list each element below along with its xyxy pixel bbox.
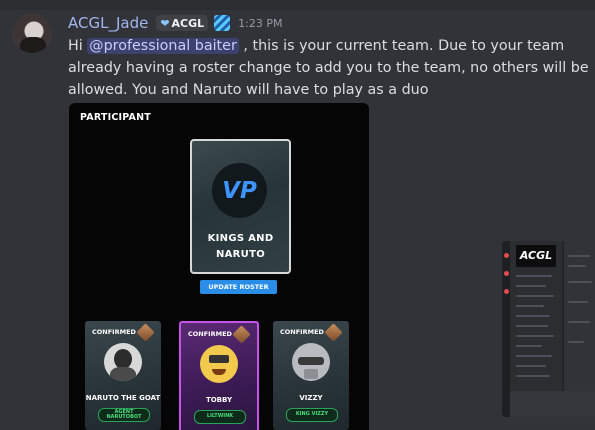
thumbnail-footer <box>510 391 595 417</box>
team-name: KINGS AND NARUTO <box>192 231 289 263</box>
thumbnail-server-icon <box>504 271 509 276</box>
thumbnail-banner: ACGL <box>516 245 556 267</box>
thumbnail-line <box>516 375 550 377</box>
update-roster-button: UPDATE ROSTER <box>200 280 277 294</box>
team-image-attachment[interactable]: PARTICIPANT VP KINGS AND NARUTO UPDATE R… <box>69 103 369 430</box>
rank-diamond-icon <box>324 323 343 342</box>
player-name: VIZZY <box>299 394 323 402</box>
thumbnail-server-icon <box>504 253 509 258</box>
player-account: KING VIZZY <box>286 408 338 422</box>
thumbnail-line <box>568 265 586 267</box>
thumbnail-line <box>568 321 590 323</box>
author-username[interactable]: ACGL_Jade <box>68 14 148 32</box>
player-status: CONFIRMED <box>92 328 136 336</box>
thumbnail-line <box>516 345 542 347</box>
thumbnail-line <box>568 281 592 283</box>
player-card: CONFIRMED TOBBY LILTWINK <box>179 321 259 430</box>
user-mention[interactable]: @professional baiter <box>87 38 239 54</box>
message-header: ACGL_Jade ❤ ACGL 1:23 PM <box>68 13 283 33</box>
top-strip <box>0 0 595 10</box>
player-account: AGENT NARUTOBOT <box>98 408 150 422</box>
player-avatar <box>104 343 142 381</box>
rank-diamond-icon <box>136 323 155 342</box>
thumbnail-line <box>516 325 548 327</box>
message-content: Hi @professional baiter , this is your c… <box>68 35 590 101</box>
player-status: CONFIRMED <box>280 328 324 336</box>
player-name: TOBBY <box>205 396 233 404</box>
thumbnail-line <box>516 355 552 357</box>
team-card: VP KINGS AND NARUTO <box>190 139 291 274</box>
player-account: LILTWINK <box>194 410 246 424</box>
card-title: PARTICIPANT <box>80 112 151 123</box>
player-card: CONFIRMED VIZZY KING VIZZY <box>273 321 349 430</box>
thumbnail-server-rail <box>502 241 510 417</box>
team-name-line2: NARUTO <box>215 249 266 260</box>
player-name: NARUTO THE GOAT <box>85 394 161 402</box>
team-logo: VP <box>212 163 267 218</box>
player-avatar <box>200 345 238 383</box>
heart-icon: ❤ <box>160 16 170 30</box>
server-tag-label: ACGL <box>171 16 205 30</box>
player-status: CONFIRMED <box>188 330 232 338</box>
screenshot-attachment[interactable]: ACGL <box>502 241 595 417</box>
thumbnail-line <box>568 341 584 343</box>
player-card: CONFIRMED NARUTO THE GOAT AGENT NARUTOBO… <box>85 321 161 430</box>
thumbnail-line <box>568 301 588 303</box>
thumbnail-line <box>516 295 554 297</box>
thumbnail-line <box>516 285 546 287</box>
server-tag[interactable]: ❤ ACGL <box>156 15 209 31</box>
author-avatar[interactable] <box>12 13 52 53</box>
thumbnail-line <box>516 365 546 367</box>
thumbnail-line <box>516 275 552 277</box>
thumbnail-line <box>568 255 590 257</box>
thumbnail-line <box>516 335 554 337</box>
team-name-line1: KINGS AND <box>207 233 274 244</box>
thumbnail-line <box>516 305 544 307</box>
stripe-badge-icon[interactable] <box>214 15 231 31</box>
message-timestamp[interactable]: 1:23 PM <box>238 17 282 30</box>
rank-diamond-icon <box>232 325 251 344</box>
thumbnail-server-icon <box>504 289 509 294</box>
message-greeting: Hi <box>68 38 88 54</box>
thumbnail-line <box>516 315 550 317</box>
team-logo-text: VP <box>222 177 257 204</box>
player-avatar <box>292 343 330 381</box>
